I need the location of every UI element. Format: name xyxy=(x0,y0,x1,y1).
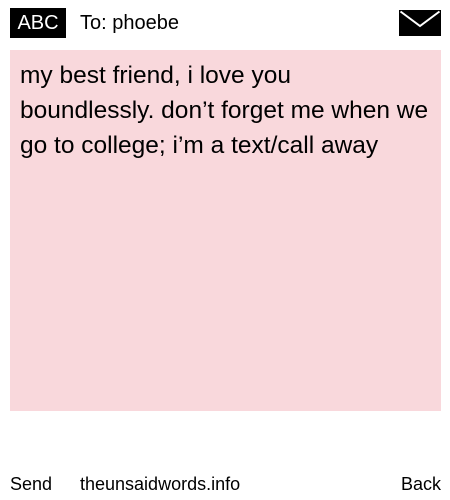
message-text: my best friend, i love you boundlessly. … xyxy=(20,62,429,159)
message-header: ABC To: phoebe xyxy=(0,0,450,46)
message-body[interactable]: my best friend, i love you boundlessly. … xyxy=(10,50,441,411)
back-button[interactable]: Back xyxy=(401,472,441,496)
send-button[interactable]: Send xyxy=(10,472,52,496)
recipient-field[interactable]: To: phoebe xyxy=(80,10,179,36)
input-mode-badge[interactable]: ABC xyxy=(10,8,66,38)
envelope-icon xyxy=(399,10,441,36)
website-label: theunsaidwords.info xyxy=(80,474,241,494)
